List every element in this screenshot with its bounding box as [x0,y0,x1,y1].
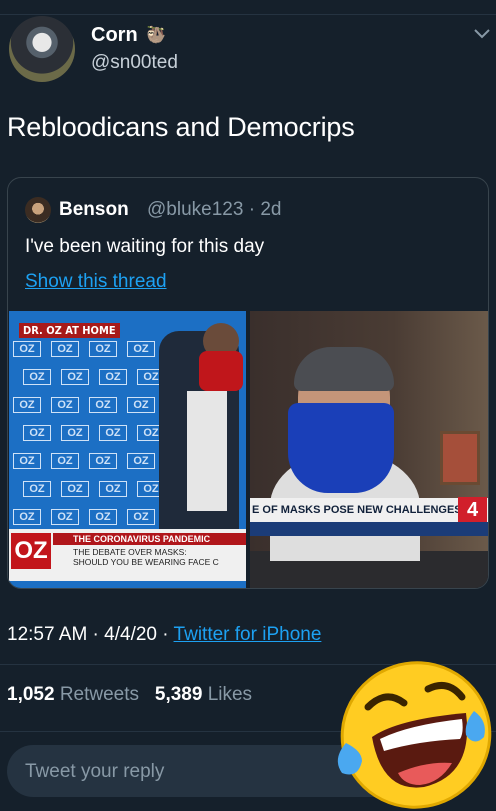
oz-backdrop-tile: OZ [23,481,51,497]
author-handle[interactable]: @sn00ted [91,52,178,74]
top-divider [0,14,496,15]
quoted-media[interactable]: OZ OZ OZ OZ OZ OZ OZ OZ OZ OZ OZ OZ OZ OZ OZ OZ OZ OZ OZ OZ… [9,311,488,588]
oz-backdrop-tile: OZ [61,481,89,497]
face-with-tears-of-joy-icon [337,661,492,809]
tweet-source-link[interactable]: Twitter for iPhone [174,624,322,645]
oz-backdrop-tile: OZ [89,509,117,525]
oz-backdrop-tile: OZ [99,425,127,441]
oz-backdrop-tile: OZ [51,397,79,413]
oz-backdrop-tile: OZ [51,453,79,469]
oz-backdrop-tile: OZ [127,397,155,413]
person-shirt [187,391,227,511]
tweet-text: Rebloodicans and Democrips [7,112,355,142]
ticker-bar [250,522,488,536]
doctor-hair [294,347,394,391]
oz-backdrop-tile: OZ [127,453,155,469]
oz-backdrop-tile: OZ [127,509,155,525]
quoted-author-name: Benson [59,199,129,220]
blue-bandana-mask [288,403,394,493]
sloth-emoji-icon: 🦥 [146,27,166,44]
oz-backdrop-tile: OZ [89,453,117,469]
ticker-subline: THE DEBATE OVER MASKS: SHOULD YOU BE WEA… [73,547,219,567]
media-image-doctor[interactable]: E OF MASKS POSE NEW CHALLENGES 4 [250,311,488,588]
author-name[interactable]: Corn [91,24,138,47]
oz-backdrop-tile: OZ [127,341,155,357]
oz-backdrop-tile: OZ [89,397,117,413]
oz-backdrop-tile: OZ [99,481,127,497]
red-bandana-mask [199,351,243,391]
oz-backdrop-tile: OZ [13,509,41,525]
retweets-count[interactable]: 1,052 Retweets [7,684,139,705]
oz-backdrop-tile: OZ [51,509,79,525]
tweet-stats: 1,052 Retweets 5,389 Likes [7,684,252,706]
oz-backdrop-tile: OZ [23,369,51,385]
quoted-tweet-card[interactable]: Benson @bluke123 · 2d I've been waiting … [7,177,489,589]
reply-placeholder: Tweet your reply [25,761,165,782]
oz-backdrop-tile: OZ [13,397,41,413]
oz-backdrop-tile: OZ [89,341,117,357]
show-title-banner: DR. OZ AT HOME [19,323,120,338]
ticker-headline: THE CORONAVIRUS PANDEMIC [53,533,246,545]
oz-backdrop-tile: OZ [61,425,89,441]
quoted-tweet-text: I've been waiting for this day [25,236,265,257]
oz-backdrop-tile: OZ [23,425,51,441]
oz-logo: OZ [11,533,51,569]
wall-frame [440,431,480,485]
author-avatar[interactable] [9,16,75,82]
media-image-dr-oz[interactable]: OZ OZ OZ OZ OZ OZ OZ OZ OZ OZ OZ OZ OZ OZ OZ OZ OZ OZ OZ OZ… [9,311,246,588]
oz-backdrop-tile: OZ [13,453,41,469]
oz-backdrop-tile: OZ [13,341,41,357]
chevron-down-icon[interactable] [472,26,492,42]
channel-4-logo: 4 [458,497,487,523]
quoted-author-handle: @bluke123 · 2d [147,199,282,220]
oz-backdrop-tile: OZ [61,369,89,385]
quoted-tweet-age: 2d [260,199,282,220]
likes-count[interactable]: 5,389 Likes [155,684,252,705]
show-thread-link[interactable]: Show this thread [25,271,167,293]
oz-backdrop-tile: OZ [99,369,127,385]
ticker-headline-right: E OF MASKS POSE NEW CHALLENGES [250,498,488,522]
quoted-author-avatar [25,197,51,223]
tweet-timestamp: 12:57 AM · 4/4/20 · Twitter for iPhone [7,624,322,645]
oz-backdrop-tile: OZ [51,341,79,357]
